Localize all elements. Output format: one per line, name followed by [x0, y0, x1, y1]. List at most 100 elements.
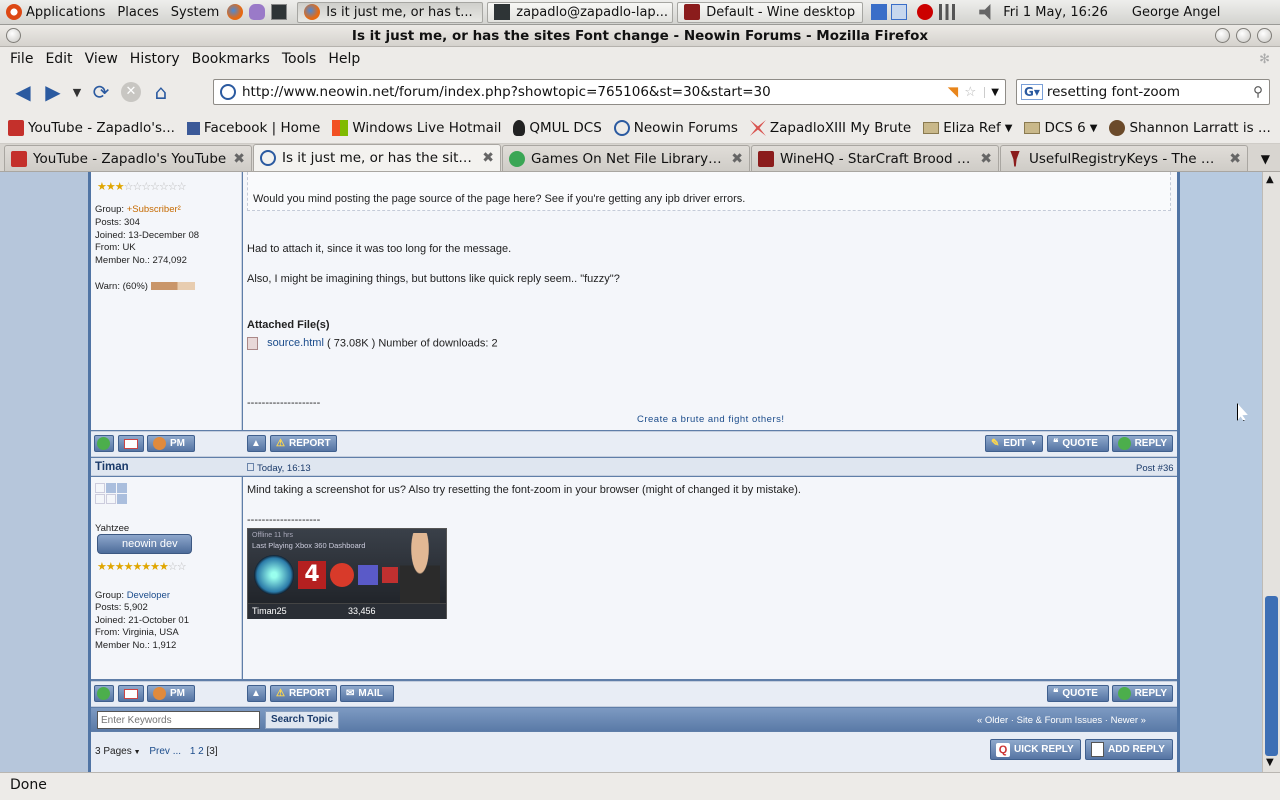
bookmark-star-icon[interactable]: ☆ — [964, 84, 976, 100]
attachment-link[interactable]: source.html — [267, 337, 324, 349]
tab-usefulregistry[interactable]: UsefulRegistryKeys - The Off... ✖ — [1000, 145, 1248, 171]
post1-report-button[interactable]: ⚠ REPORT — [270, 435, 337, 452]
post1-quote-button[interactable]: ❝ QUOTE — [1047, 435, 1109, 452]
post1-online-status-button[interactable] — [94, 435, 114, 452]
google-engine-icon[interactable]: G▾ — [1021, 84, 1043, 100]
page-2-link[interactable]: 2 — [198, 746, 204, 757]
close-tab-icon[interactable]: ✖ — [980, 151, 992, 167]
volume-icon[interactable] — [979, 4, 991, 20]
scroll-down-arrow-icon[interactable]: ▼ — [1266, 757, 1274, 768]
notification-icon[interactable] — [917, 4, 934, 20]
tab-youtube[interactable]: YouTube - Zapadlo's YouTube ✖ — [4, 145, 252, 171]
post2-report-button[interactable]: ⚠ REPORT — [270, 685, 337, 702]
menu-help[interactable]: Help — [322, 51, 366, 67]
close-tab-icon[interactable]: ✖ — [1229, 151, 1241, 167]
tab-winehq[interactable]: WineHQ - StarCraft Brood W... ✖ — [751, 145, 999, 171]
url-text[interactable]: http://www.neowin.net/forum/index.php?sh… — [242, 84, 948, 100]
rss-feed-icon[interactable]: ◥ — [948, 84, 958, 100]
pages-dropdown[interactable]: 3 Pages — [95, 746, 132, 757]
terminal-launcher-icon[interactable] — [271, 4, 288, 20]
close-tab-icon[interactable]: ✖ — [233, 151, 245, 167]
system-menu[interactable]: System — [165, 0, 225, 25]
menu-history[interactable]: History — [124, 51, 186, 67]
bookmark-youtube[interactable]: YouTube - Zapadlo's... — [8, 120, 175, 136]
menu-edit[interactable]: Edit — [39, 51, 78, 67]
pidgin-launcher-icon[interactable] — [249, 4, 266, 20]
menu-bookmarks[interactable]: Bookmarks — [186, 51, 276, 67]
post2-number[interactable]: Post #36 — [1136, 463, 1174, 474]
close-tab-icon[interactable]: ✖ — [731, 151, 743, 167]
home-button[interactable]: ⌂ — [146, 77, 176, 107]
post1-pm-button[interactable]: PM — [147, 435, 195, 452]
panel-user[interactable]: George Angel — [1132, 5, 1221, 20]
post1-reply-button[interactable]: REPLY — [1112, 435, 1173, 452]
post2-online-status-button[interactable] — [94, 685, 114, 702]
workspace-1-icon[interactable] — [871, 4, 888, 20]
applications-menu[interactable]: Applications — [0, 0, 111, 25]
forum-link[interactable]: Site & Forum Issues — [1017, 715, 1103, 726]
task-firefox[interactable]: Is it just me, or has t... — [297, 1, 484, 23]
scroll-up-arrow-icon[interactable]: ▲ — [1266, 174, 1274, 185]
search-icon[interactable]: ⚲ — [1253, 84, 1263, 100]
bookmark-folder-eliza[interactable]: Eliza Ref ▼ — [923, 120, 1012, 136]
page-scrollbar[interactable]: ▲ ▼ — [1262, 172, 1280, 772]
menu-file[interactable]: File — [4, 51, 39, 67]
post1-edit-button[interactable]: ✎ EDIT ▼ — [985, 435, 1043, 452]
menu-view[interactable]: View — [79, 51, 124, 67]
bookmark-folder-dcs6[interactable]: DCS 6 ▼ — [1024, 120, 1097, 136]
url-bar[interactable]: http://www.neowin.net/forum/index.php?sh… — [213, 79, 1006, 105]
minimize-button[interactable] — [1215, 28, 1230, 43]
post1-warn[interactable]: Warn: (60%) — [95, 281, 195, 292]
maximize-button[interactable] — [1236, 28, 1251, 43]
post2-quote-button[interactable]: ❝ QUOTE — [1047, 685, 1109, 702]
keyword-search-input[interactable] — [97, 711, 260, 729]
post1-scroll-top-button[interactable]: ▲ — [247, 435, 266, 452]
window-menu-button[interactable] — [6, 28, 21, 43]
bookmark-shannon[interactable]: Shannon Larratt is ... — [1109, 120, 1271, 136]
older-topic-link[interactable]: « Older — [977, 715, 1008, 726]
post2-pm-button[interactable]: PM — [147, 685, 195, 702]
menu-tools[interactable]: Tools — [276, 51, 323, 67]
bookmark-mybrute[interactable]: ZapadloXIII My Brute — [749, 120, 911, 136]
url-dropdown-icon[interactable]: ▼ — [984, 86, 1005, 98]
post2-profile-card-button[interactable] — [118, 685, 144, 702]
task-terminal[interactable]: zapadlo@zapadlo-lap... — [487, 1, 674, 23]
prev-page-link[interactable]: Prev ... — [149, 746, 181, 757]
bookmark-hotmail[interactable]: Windows Live Hotmail — [332, 120, 501, 136]
quick-reply-button[interactable]: Q UICK REPLY — [990, 739, 1081, 760]
tab-list-dropdown-icon[interactable]: ▼ — [1261, 152, 1270, 166]
post-number-link[interactable]: #36 — [1158, 463, 1174, 474]
xbox-gamercard[interactable]: Offline 11 hrs Last Playing Xbox 360 Das… — [247, 528, 447, 619]
task-wine[interactable]: Default - Wine desktop — [677, 1, 864, 23]
post1-profile-card-button[interactable] — [118, 435, 144, 452]
places-menu[interactable]: Places — [111, 0, 164, 25]
workspace-2-icon[interactable] — [891, 4, 908, 20]
stop-button[interactable]: ✕ — [116, 77, 146, 107]
post2-scroll-top-button[interactable]: ▲ — [247, 685, 266, 702]
forward-button[interactable]: ▶ — [38, 77, 68, 107]
signature-brute-link[interactable]: Create a brute and fight others! — [637, 414, 785, 425]
bookmark-facebook[interactable]: Facebook | Home — [186, 120, 320, 136]
post2-mail-button[interactable]: ✉ MAIL — [340, 685, 394, 702]
window-titlebar[interactable]: Is it just me, or has the sites Font cha… — [0, 25, 1280, 47]
page-1-link[interactable]: 1 — [190, 746, 196, 757]
search-input[interactable]: resetting font-zoom — [1047, 84, 1253, 100]
history-dropdown-button[interactable]: ▼ — [68, 77, 86, 107]
reload-button[interactable]: ⟳ — [86, 77, 116, 107]
bookmark-neowin[interactable]: Neowin Forums — [613, 120, 738, 136]
tab-gamesonnet[interactable]: Games On Net File Library ::... ✖ — [502, 145, 750, 171]
scrollbar-thumb[interactable] — [1265, 596, 1278, 756]
search-bar[interactable]: G▾ resetting font-zoom ⚲ — [1016, 79, 1270, 105]
close-tab-icon[interactable]: ✖ — [482, 150, 494, 166]
newer-topic-link[interactable]: Newer » — [1111, 715, 1146, 726]
bookmark-qmul[interactable]: QMUL DCS — [513, 120, 602, 136]
back-button[interactable]: ◀ — [8, 77, 38, 107]
panel-clock[interactable]: Fri 1 May, 16:26 — [1003, 5, 1108, 20]
post2-reply-button[interactable]: REPLY — [1112, 685, 1173, 702]
tab-neowin-active[interactable]: Is it just me, or has the site... ✖ — [253, 144, 501, 171]
network-signal-icon[interactable] — [939, 4, 956, 20]
firefox-launcher-icon[interactable] — [227, 4, 244, 20]
add-reply-button[interactable]: ADD REPLY — [1085, 739, 1173, 760]
post2-author-name[interactable]: Timan — [95, 461, 129, 473]
close-window-button[interactable] — [1257, 28, 1272, 43]
